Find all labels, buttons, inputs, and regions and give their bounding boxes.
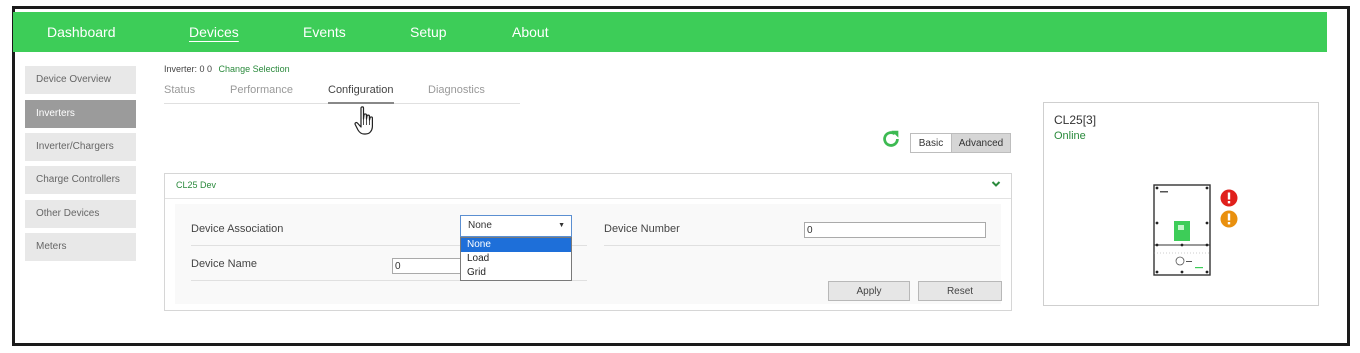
nav-about[interactable]: About xyxy=(512,12,549,52)
tab-status[interactable]: Status xyxy=(164,84,195,96)
inverter-device-image xyxy=(1153,184,1211,276)
device-name-label: Device Name xyxy=(191,258,258,270)
dropdown-option-grid[interactable]: Grid xyxy=(461,266,571,280)
select-arrow-icon: ▼ xyxy=(558,222,565,229)
device-card: CL25[3] Online xyxy=(1043,102,1319,306)
nav-events[interactable]: Events xyxy=(303,12,346,52)
device-association-select[interactable]: None ▼ xyxy=(460,215,572,237)
device-association-label: Device Association xyxy=(191,223,284,235)
chevron-down-icon[interactable] xyxy=(991,179,1001,189)
reset-button[interactable]: Reset xyxy=(918,281,1002,301)
selection-line: Inverter: 0 0 Change Selection xyxy=(164,64,290,74)
device-card-status: Online xyxy=(1054,130,1086,142)
row-divider xyxy=(604,245,1000,246)
error-icon xyxy=(1220,189,1238,207)
nav-dashboard[interactable]: Dashboard xyxy=(47,12,116,52)
dropdown-option-none[interactable]: None xyxy=(461,238,571,252)
refresh-icon[interactable] xyxy=(880,128,902,150)
sidebar-item-charge-controllers[interactable]: Charge Controllers xyxy=(25,166,136,194)
warning-icon xyxy=(1220,210,1238,228)
change-selection-link[interactable]: Change Selection xyxy=(219,64,290,74)
top-navigation: Dashboard Devices Events Setup About xyxy=(13,12,1327,52)
dropdown-option-load[interactable]: Load xyxy=(461,252,571,266)
hand-cursor-icon xyxy=(354,106,373,135)
sidebar-item-meters[interactable]: Meters xyxy=(25,233,136,261)
device-association-dropdown: None Load Grid xyxy=(460,237,572,281)
basic-mode-button[interactable]: Basic xyxy=(910,133,952,153)
sidebar-item-device-overview[interactable]: Device Overview xyxy=(25,66,136,94)
advanced-mode-button[interactable]: Advanced xyxy=(951,133,1011,153)
tab-performance[interactable]: Performance xyxy=(230,84,293,96)
nav-devices[interactable]: Devices xyxy=(189,12,239,52)
device-name-input[interactable]: 0 xyxy=(392,258,462,274)
tab-diagnostics[interactable]: Diagnostics xyxy=(428,84,485,96)
nav-setup[interactable]: Setup xyxy=(410,12,447,52)
panel-title: CL25 Dev xyxy=(176,180,217,190)
active-tab-indicator xyxy=(328,102,394,104)
device-association-value: None xyxy=(468,220,492,231)
panel-header[interactable]: CL25 Dev xyxy=(165,174,1011,199)
apply-button[interactable]: Apply xyxy=(828,281,910,301)
selection-text: Inverter: 0 0 xyxy=(164,64,213,74)
sidebar-item-inverters[interactable]: Inverters xyxy=(25,100,136,128)
device-number-label: Device Number xyxy=(604,223,680,235)
tab-configuration[interactable]: Configuration xyxy=(328,84,393,96)
device-card-name: CL25[3] xyxy=(1054,113,1097,127)
sidebar-item-other-devices[interactable]: Other Devices xyxy=(25,200,136,228)
sidebar-item-inverter-chargers[interactable]: Inverter/Chargers xyxy=(25,133,136,161)
device-number-input[interactable]: 0 xyxy=(804,222,986,238)
